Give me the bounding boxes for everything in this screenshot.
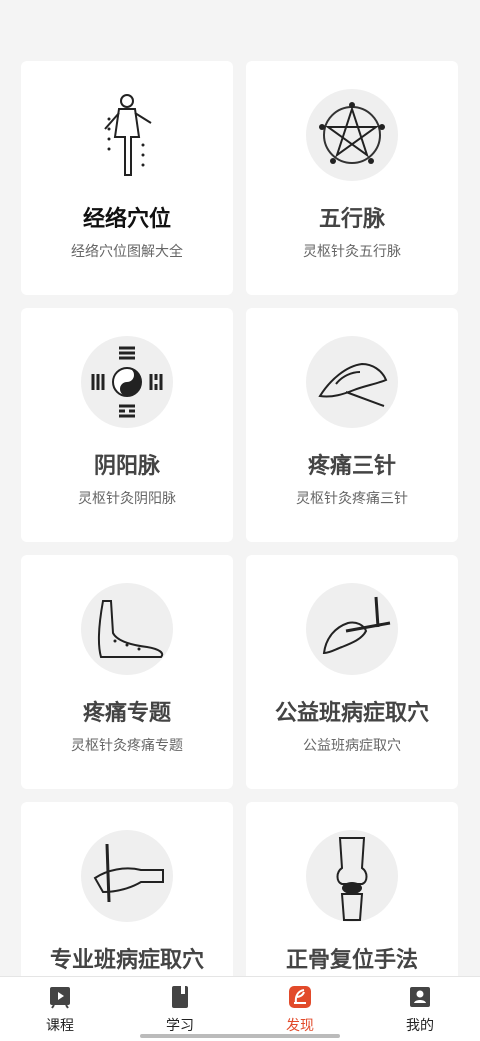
tab-discover[interactable]: 发现 xyxy=(240,985,360,1041)
home-indicator xyxy=(140,1034,340,1038)
tab-mine[interactable]: 我的 xyxy=(360,985,480,1041)
meridian-figure-icon xyxy=(81,89,173,181)
card-title: 五行脉 xyxy=(318,207,385,232)
tab-label: 我的 xyxy=(406,1018,434,1034)
hand-holding-needle-icon xyxy=(306,583,398,675)
card-title: 经络穴位 xyxy=(82,207,171,232)
bottom-tab-bar: 课程 学习 发现 我的 xyxy=(0,976,480,1041)
discover-icon xyxy=(288,985,312,1009)
card-title: 公益班病症取穴 xyxy=(274,701,429,726)
card-subtitle: 公益班病症取穴 xyxy=(303,738,401,754)
card-subtitle: 灵枢针灸疼痛专题 xyxy=(71,738,183,754)
card-public-class-acupoints[interactable]: 公益班病症取穴 公益班病症取穴 xyxy=(246,555,458,789)
tab-study[interactable]: 学习 xyxy=(120,985,240,1041)
tab-label: 课程 xyxy=(46,1018,74,1034)
card-subtitle: 灵枢针灸疼痛三针 xyxy=(296,491,408,507)
tab-label: 学习 xyxy=(166,1018,194,1034)
knee-joint-icon xyxy=(306,830,398,922)
card-subtitle: 灵枢针灸阴阳脉 xyxy=(78,491,176,507)
card-five-elements-pulse[interactable]: 五行脉 灵枢针灸五行脉 xyxy=(246,61,458,295)
card-meridian-points[interactable]: 经络穴位 经络穴位图解大全 xyxy=(21,61,233,295)
video-icon xyxy=(48,985,72,1009)
card-subtitle: 经络穴位图解大全 xyxy=(71,244,183,260)
card-title: 专业班病症取穴 xyxy=(49,948,204,973)
tab-courses[interactable]: 课程 xyxy=(0,985,120,1041)
hand-pen-icon xyxy=(81,830,173,922)
five-elements-star-icon xyxy=(306,89,398,181)
card-title: 正骨复位手法 xyxy=(285,948,418,973)
tab-label: 发现 xyxy=(286,1018,314,1034)
card-pain-topics[interactable]: 疼痛专题 灵枢针灸疼痛专题 xyxy=(21,555,233,789)
card-title: 疼痛三针 xyxy=(307,454,396,479)
card-title: 阴阳脉 xyxy=(93,454,160,479)
card-pain-three-needles[interactable]: 疼痛三针 灵枢针灸疼痛三针 xyxy=(246,308,458,542)
card-yin-yang-pulse[interactable]: 阴阳脉 灵枢针灸阴阳脉 xyxy=(21,308,233,542)
card-title: 疼痛专题 xyxy=(82,701,171,726)
profile-icon xyxy=(408,985,432,1009)
hand-needle-icon xyxy=(306,336,398,428)
book-icon xyxy=(168,985,192,1009)
card-subtitle: 灵枢针灸五行脉 xyxy=(303,244,401,260)
foot-icon xyxy=(81,583,173,675)
yin-yang-bagua-icon xyxy=(81,336,173,428)
